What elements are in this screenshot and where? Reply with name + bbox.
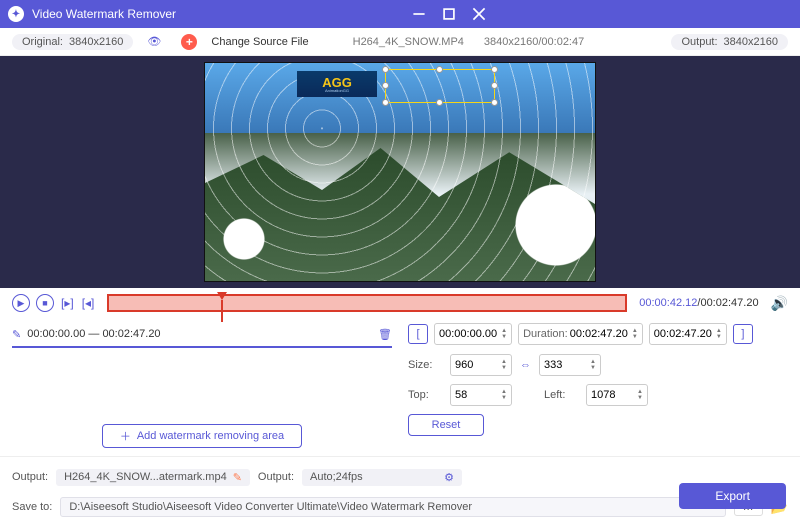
playhead[interactable] — [217, 292, 227, 300]
minimize-icon[interactable] — [412, 7, 426, 21]
source-filename: H264_4K_SNOW.MP4 — [353, 36, 464, 48]
save-path-field[interactable]: D:\Aiseesoft Studio\Aiseesoft Video Conv… — [60, 497, 725, 517]
handle-bottom-mid[interactable] — [436, 99, 443, 106]
output-format[interactable]: Auto;24fps⚙ — [302, 469, 462, 486]
video-preview[interactable]: AGG AnimationGG — [204, 62, 596, 282]
areas-panel: ✎ 00:00:00.00 — 00:02:47.20 🗑 ＋ Add wate… — [12, 322, 392, 448]
handle-top-right[interactable] — [491, 66, 498, 73]
set-in-button[interactable]: [ — [408, 324, 428, 344]
height-field[interactable]: 333▲▼ — [539, 354, 601, 376]
size-label: Size: — [408, 359, 442, 371]
volume-icon[interactable]: 🔊 — [771, 295, 788, 312]
timeline-slider[interactable] — [107, 294, 627, 312]
top-label: Top: — [408, 389, 442, 401]
edit-icon: ✎ — [12, 328, 21, 341]
export-button[interactable]: Export — [679, 483, 786, 509]
reset-button[interactable]: Reset — [408, 414, 484, 436]
watermark-sample: AGG AnimationGG — [297, 71, 377, 97]
step-down-icon[interactable]: ▼ — [501, 334, 507, 340]
handle-top-left[interactable] — [382, 66, 389, 73]
play-button[interactable]: ▶ — [12, 294, 30, 312]
source-meta: 3840x2160/00:02:47 — [484, 36, 584, 48]
save-to-label: Save to: — [12, 501, 52, 513]
title-bar: ✦ Video Watermark Remover — [0, 0, 800, 28]
properties-panel: [ 00:00:00.00 ▲▼ Duration: 00:02:47.20 ▲… — [408, 322, 788, 448]
left-label: Left: — [544, 389, 578, 401]
area-range: 00:00:00.00 — 00:02:47.20 — [27, 328, 160, 340]
top-field[interactable]: 58▲▼ — [450, 384, 512, 406]
prev-frame-button[interactable]: [▸] — [60, 296, 75, 310]
time-display: 00:00:42.12/00:02:47.20 — [639, 297, 758, 309]
left-field[interactable]: 1078▲▼ — [586, 384, 648, 406]
end-time-field[interactable]: 00:02:47.20 ▲▼ — [649, 323, 727, 345]
source-bar: Original: 3840x2160 👁 + Change Source Fi… — [0, 28, 800, 56]
output-resolution: Output: 3840x2160 — [671, 34, 788, 50]
add-source-icon[interactable]: + — [181, 34, 197, 50]
output-file-label: Output: — [12, 471, 48, 483]
handle-bottom-left[interactable] — [382, 99, 389, 106]
selection-box[interactable] — [385, 69, 495, 103]
output-format-label: Output: — [258, 471, 294, 483]
app-icon: ✦ — [8, 6, 24, 22]
settings-icon[interactable]: ⚙ — [444, 471, 454, 484]
app-title: Video Watermark Remover — [32, 7, 176, 21]
change-source-button[interactable]: Change Source File — [211, 36, 308, 48]
handle-right-mid[interactable] — [491, 82, 498, 89]
preview-stage: AGG AnimationGG — [0, 56, 800, 288]
area-item[interactable]: ✎ 00:00:00.00 — 00:02:47.20 🗑 — [12, 322, 392, 346]
rename-icon[interactable]: ✎ — [233, 471, 242, 484]
transport-bar: ▶ ■ [▸] [◂] 00:00:42.12/00:02:47.20 🔊 — [0, 288, 800, 318]
duration-field[interactable]: Duration: 00:02:47.20 ▲▼ — [518, 323, 643, 345]
start-time-field[interactable]: 00:00:00.00 ▲▼ — [434, 323, 512, 345]
original-resolution: Original: 3840x2160 — [12, 34, 133, 50]
handle-bottom-right[interactable] — [491, 99, 498, 106]
delete-area-icon[interactable]: 🗑 — [378, 328, 392, 341]
maximize-icon[interactable] — [442, 7, 456, 21]
output-filename: H264_4K_SNOW...atermark.mp4✎ — [56, 469, 250, 486]
next-frame-button[interactable]: [◂] — [81, 296, 96, 310]
close-icon[interactable] — [472, 7, 486, 21]
handle-top-mid[interactable] — [436, 66, 443, 73]
set-out-button[interactable]: ] — [733, 324, 753, 344]
plus-icon: ＋ — [120, 428, 131, 444]
handle-left-mid[interactable] — [382, 82, 389, 89]
width-field[interactable]: 960▲▼ — [450, 354, 512, 376]
link-aspect-icon[interactable]: ⇔ — [520, 359, 531, 371]
preview-toggle-icon[interactable]: 👁 — [147, 35, 161, 48]
add-area-button[interactable]: ＋ Add watermark removing area — [102, 424, 302, 448]
stop-button[interactable]: ■ — [36, 294, 54, 312]
